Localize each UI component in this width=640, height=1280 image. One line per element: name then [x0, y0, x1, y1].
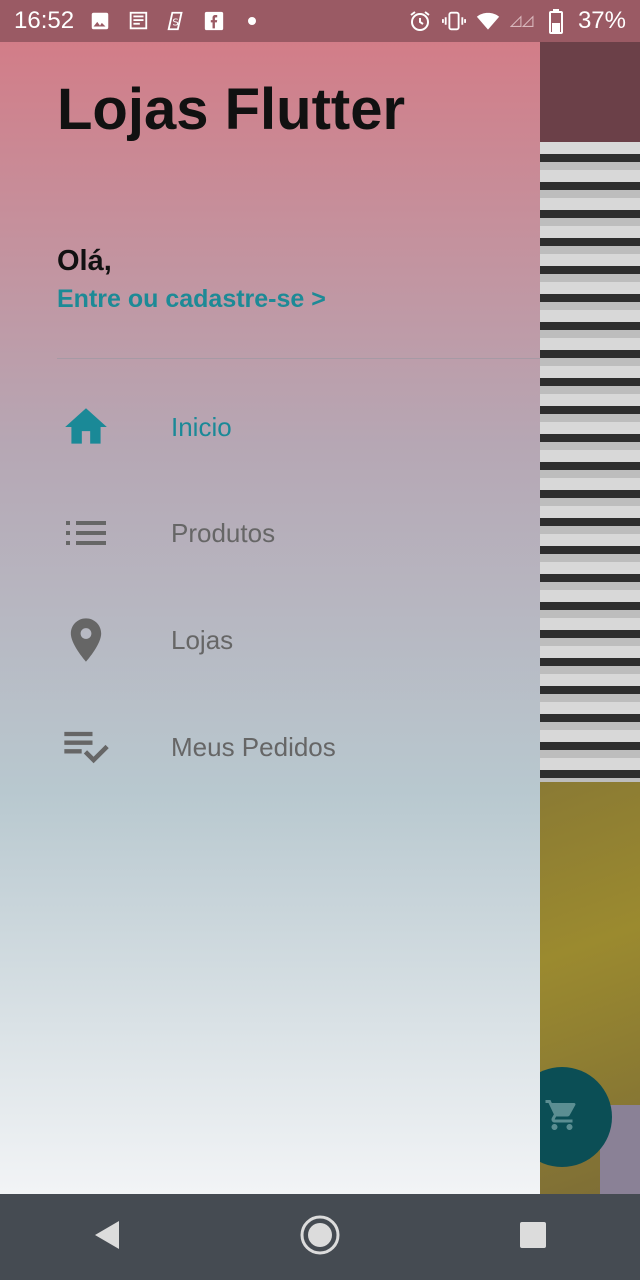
svg-text:S: S: [172, 18, 178, 29]
drawer-item-produtos[interactable]: Produtos: [0, 483, 540, 583]
vibrate-icon: [441, 9, 466, 33]
greeting-text: Olá,: [57, 245, 112, 277]
recents-button[interactable]: [503, 1207, 563, 1267]
background-product-image: [540, 142, 640, 782]
status-bar: 16:52 S 37%: [0, 0, 640, 42]
alarm-icon: [408, 9, 432, 33]
drawer-item-label: Meus Pedidos: [171, 731, 336, 762]
playlist-check-icon: [60, 721, 112, 773]
recents-icon: [519, 1221, 547, 1254]
drawer-item-meus-pedidos[interactable]: Meus Pedidos: [0, 697, 540, 797]
status-time: 16:52: [14, 7, 75, 34]
drawer-divider: [57, 358, 540, 359]
home-icon: [60, 401, 112, 453]
cart-icon: [544, 1097, 580, 1138]
image-icon: [88, 9, 112, 33]
drawer-item-lojas[interactable]: Lojas: [0, 590, 540, 690]
sync-icon: S: [164, 9, 188, 33]
drawer-item-label: Lojas: [171, 624, 234, 655]
news-icon: [126, 9, 150, 33]
facebook-icon: [202, 9, 226, 33]
home-circle-icon: [299, 1214, 341, 1261]
login-link[interactable]: Entre ou cadastre-se >: [57, 285, 326, 314]
system-nav-bar: [0, 1194, 640, 1280]
wifi-icon: [476, 9, 500, 33]
drawer-item-label: Inicio: [171, 411, 232, 442]
drawer-item-inicio[interactable]: Inicio: [0, 377, 540, 477]
navigation-drawer: Lojas Flutter Olá, Entre ou cadastre-se …: [0, 42, 540, 1194]
dot-icon: [240, 9, 264, 33]
background-app-bar: [540, 42, 640, 142]
drawer-item-label: Produtos: [171, 517, 276, 548]
battery-icon: [544, 9, 568, 34]
battery-percent: 37%: [577, 7, 626, 34]
list-icon: [60, 507, 112, 559]
location-pin-icon: [60, 614, 112, 666]
back-button[interactable]: [77, 1207, 137, 1267]
signal-icon: [509, 9, 534, 33]
back-icon: [92, 1219, 122, 1256]
home-button[interactable]: [290, 1207, 350, 1267]
drawer-title: Lojas Flutter: [57, 77, 406, 142]
